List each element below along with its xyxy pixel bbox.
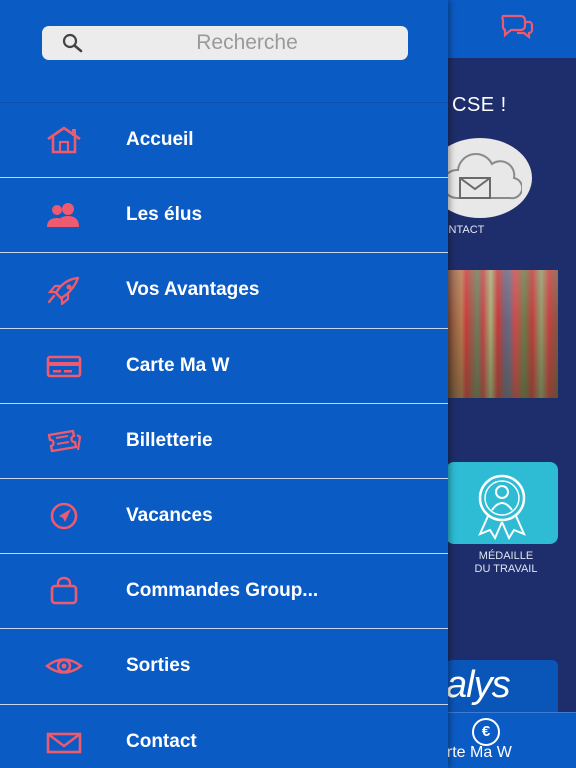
menu-item-les-elus[interactable]: Les élus bbox=[0, 178, 448, 254]
menu-item-commandes-groupees[interactable]: Commandes Group... bbox=[0, 554, 448, 630]
home-icon bbox=[40, 125, 88, 155]
background-heading: CSE ! bbox=[452, 94, 507, 116]
menu-item-label: Billetterie bbox=[126, 429, 213, 451]
navigation-drawer: Accueil Les élus bbox=[0, 0, 448, 768]
medal-tile[interactable] bbox=[446, 462, 558, 544]
partner-logo-text: alys bbox=[446, 664, 511, 706]
rocket-icon bbox=[40, 275, 88, 306]
menu-item-label: Contact bbox=[126, 731, 197, 753]
tickets-icon bbox=[40, 426, 88, 456]
menu-item-label: Commandes Group... bbox=[126, 580, 319, 602]
eye-icon bbox=[40, 651, 88, 681]
menu-item-label: Carte Ma W bbox=[126, 354, 230, 376]
menu-item-billetterie[interactable]: Billetterie bbox=[0, 404, 448, 479]
cloud-mail-icon bbox=[442, 153, 522, 200]
menu-list: Accueil Les élus Vos Avantages Carte Ma … bbox=[0, 103, 448, 768]
medal-label-line-2: DU TRAVAIL bbox=[474, 563, 538, 575]
medal-person-icon bbox=[478, 474, 526, 540]
search-input[interactable] bbox=[102, 26, 392, 60]
search-icon bbox=[62, 33, 83, 53]
menu-item-label: Les élus bbox=[126, 204, 203, 226]
menu-item-label: Vos Avantages bbox=[126, 279, 260, 301]
menu-item-label: Vacances bbox=[126, 505, 213, 527]
card-icon bbox=[40, 351, 88, 381]
chat-bubbles-icon[interactable] bbox=[499, 12, 535, 40]
search-box[interactable] bbox=[42, 26, 408, 60]
compass-icon bbox=[40, 501, 88, 531]
menu-item-label: Sorties bbox=[126, 655, 191, 677]
menu-item-sorties[interactable]: Sorties bbox=[0, 629, 448, 705]
bag-icon bbox=[40, 576, 88, 606]
bottom-tab-label[interactable]: arte Ma W bbox=[438, 744, 512, 762]
users-icon bbox=[40, 200, 88, 230]
menu-item-accueil[interactable]: Accueil bbox=[0, 103, 448, 179]
menu-item-vacances[interactable]: Vacances bbox=[0, 479, 448, 555]
menu-item-contact[interactable]: Contact bbox=[0, 705, 448, 768]
envelope-icon bbox=[40, 727, 88, 757]
partner-logo-tile[interactable]: alys bbox=[446, 660, 558, 712]
event-photo[interactable] bbox=[446, 270, 558, 398]
medal-tile-label: MÉDAILLE DU TRAVAIL bbox=[446, 550, 566, 576]
menu-item-label: Accueil bbox=[126, 129, 194, 151]
medal-label-line-1: MÉDAILLE bbox=[478, 550, 534, 562]
menu-item-vos-avantages[interactable]: Vos Avantages bbox=[0, 253, 448, 329]
menu-item-carte-ma-w[interactable]: Carte Ma W bbox=[0, 329, 448, 404]
euro-icon[interactable]: € bbox=[472, 718, 500, 746]
